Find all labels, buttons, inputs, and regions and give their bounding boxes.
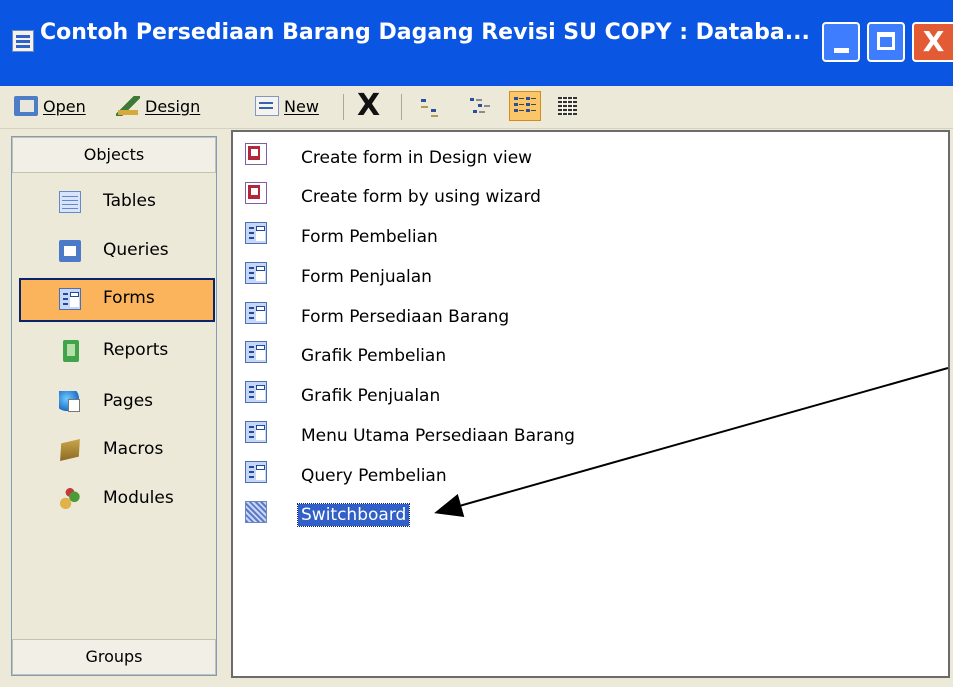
arrow-line	[434, 367, 949, 518]
annotation-arrow	[434, 367, 949, 518]
